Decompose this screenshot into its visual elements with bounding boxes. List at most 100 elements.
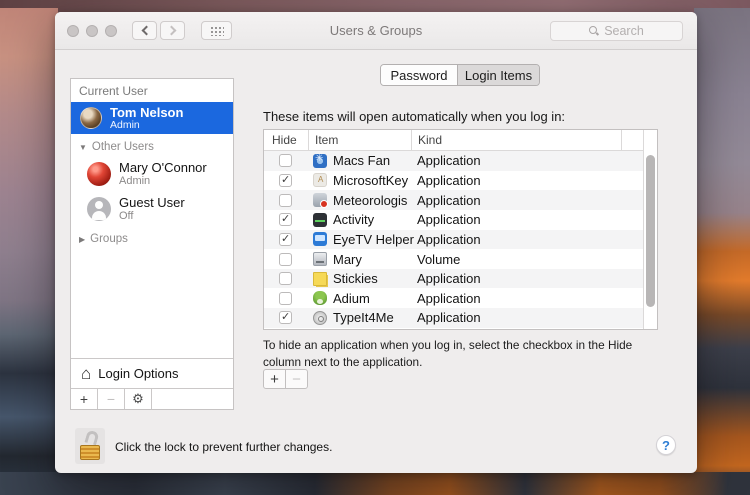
zoom-button[interactable] bbox=[105, 25, 117, 37]
hide-note: To hide an application when you log in, … bbox=[263, 337, 661, 371]
hide-checkbox[interactable] bbox=[279, 194, 292, 207]
lock-button[interactable] bbox=[75, 428, 105, 464]
column-header-item[interactable]: Item bbox=[308, 130, 411, 150]
table-row[interactable]: Mary Volume bbox=[264, 249, 657, 269]
app-icon bbox=[313, 252, 327, 266]
wallpaper-right bbox=[694, 8, 750, 495]
login-items-description: These items will open automatically when… bbox=[263, 109, 565, 124]
item-name: Stickies bbox=[333, 271, 378, 286]
app-icon bbox=[313, 291, 327, 305]
add-login-item-button[interactable]: + bbox=[263, 369, 286, 389]
house-icon: ⌂ bbox=[81, 365, 91, 382]
groups-label: Groups bbox=[90, 233, 128, 245]
table-row[interactable]: EyeTV Helper Application bbox=[264, 230, 657, 250]
title-bar[interactable]: Users & Groups Search bbox=[55, 12, 697, 50]
app-icon bbox=[313, 272, 327, 286]
window-body: Current User Tom Nelson Admin ▼ Other Us… bbox=[55, 50, 697, 472]
table-row[interactable]: Macs Fan Application bbox=[264, 151, 657, 171]
minimize-button[interactable] bbox=[86, 25, 98, 37]
forward-button[interactable] bbox=[160, 21, 185, 40]
add-user-button[interactable]: + bbox=[71, 389, 98, 409]
sidebar-spacer bbox=[71, 248, 233, 358]
sidebar-item-mary-oconnor[interactable]: Mary O'Connor Admin bbox=[71, 156, 233, 191]
column-header-hide[interactable]: Hide bbox=[264, 130, 308, 150]
users-groups-window: Users & Groups Search Current User Tom N… bbox=[55, 12, 697, 473]
lock-shackle-icon bbox=[84, 430, 99, 446]
user-name: Tom Nelson bbox=[110, 106, 183, 120]
remove-login-item-button[interactable]: − bbox=[285, 369, 308, 389]
help-button[interactable]: ? bbox=[656, 435, 676, 455]
show-all-button[interactable] bbox=[201, 21, 232, 40]
table-row[interactable]: Meteorologis Application bbox=[264, 190, 657, 210]
groups-header[interactable]: ▶ Groups bbox=[71, 226, 233, 248]
sidebar-toolbar: + − ⚙ bbox=[71, 388, 233, 409]
item-kind: Application bbox=[411, 310, 621, 325]
user-actions-gear-button[interactable]: ⚙ bbox=[125, 389, 152, 409]
lock-text: Click the lock to prevent further change… bbox=[115, 440, 332, 454]
traffic-lights bbox=[67, 25, 117, 37]
item-kind: Application bbox=[411, 291, 621, 306]
remove-user-button[interactable]: − bbox=[98, 389, 125, 409]
user-name: Mary O'Connor bbox=[119, 160, 207, 175]
search-input[interactable]: Search bbox=[550, 21, 683, 41]
login-items-table: Hide Item Kind Macs Fan Application Micr… bbox=[263, 129, 658, 330]
back-button[interactable] bbox=[132, 21, 157, 40]
table-scrollbar[interactable] bbox=[643, 130, 657, 329]
scrollbar-thumb[interactable] bbox=[646, 155, 655, 307]
user-avatar bbox=[87, 162, 111, 186]
current-user-header: Current User bbox=[71, 79, 233, 102]
disclosure-closed-icon[interactable]: ▶ bbox=[79, 235, 85, 244]
other-users-label: Other Users bbox=[92, 141, 154, 153]
item-kind: Application bbox=[411, 212, 621, 227]
sidebar-item-tom-nelson[interactable]: Tom Nelson Admin bbox=[71, 102, 233, 134]
table-row[interactable]: Adium Application bbox=[264, 288, 657, 308]
pane-tabs: Password Login Items bbox=[380, 64, 540, 86]
item-name: Meteorologis bbox=[333, 193, 407, 208]
column-header-blank bbox=[621, 130, 643, 150]
app-icon bbox=[313, 311, 327, 325]
table-row[interactable]: MicrosoftKey Application bbox=[264, 171, 657, 191]
wallpaper-left bbox=[0, 8, 58, 495]
chevron-right-icon bbox=[166, 26, 176, 36]
guest-avatar-icon bbox=[87, 197, 111, 221]
tab-login-items[interactable]: Login Items bbox=[458, 65, 539, 85]
item-name: MicrosoftKey bbox=[333, 173, 408, 188]
item-name: TypeIt4Me bbox=[333, 310, 394, 325]
user-avatar bbox=[80, 107, 102, 129]
app-icon bbox=[313, 173, 327, 187]
close-button[interactable] bbox=[67, 25, 79, 37]
desktop: Users & Groups Search Current User Tom N… bbox=[0, 0, 750, 495]
item-name: EyeTV Helper bbox=[333, 232, 414, 247]
login-options-button[interactable]: ⌂ Login Options bbox=[71, 358, 233, 388]
sidebar-item-guest-user[interactable]: Guest User Off bbox=[71, 191, 233, 226]
table-row[interactable]: Activity Application bbox=[264, 210, 657, 230]
grid-icon bbox=[209, 25, 224, 36]
hide-checkbox[interactable] bbox=[279, 272, 292, 285]
table-body: Macs Fan Application MicrosoftKey Applic… bbox=[264, 151, 657, 328]
hide-checkbox[interactable] bbox=[279, 154, 292, 167]
other-users-header[interactable]: ▼ Other Users bbox=[71, 134, 233, 156]
search-placeholder: Search bbox=[604, 24, 644, 38]
hide-checkbox[interactable] bbox=[279, 292, 292, 305]
item-kind: Application bbox=[411, 193, 621, 208]
hide-checkbox[interactable] bbox=[279, 174, 292, 187]
disclosure-open-icon[interactable]: ▼ bbox=[79, 143, 87, 152]
search-icon bbox=[589, 26, 599, 36]
hide-checkbox[interactable] bbox=[279, 253, 292, 266]
tab-password[interactable]: Password bbox=[381, 65, 458, 85]
hide-checkbox[interactable] bbox=[279, 233, 292, 246]
item-kind: Application bbox=[411, 232, 621, 247]
user-role: Admin bbox=[110, 120, 183, 131]
chevron-left-icon bbox=[141, 26, 151, 36]
table-row[interactable]: Stickies Application bbox=[264, 269, 657, 289]
user-role: Off bbox=[119, 210, 185, 222]
hide-checkbox[interactable] bbox=[279, 311, 292, 324]
hide-checkbox[interactable] bbox=[279, 213, 292, 226]
table-row[interactable]: TypeIt4Me Application bbox=[264, 308, 657, 328]
wallpaper-bottom bbox=[0, 472, 750, 495]
user-list-sidebar: Current User Tom Nelson Admin ▼ Other Us… bbox=[70, 78, 234, 410]
user-role: Admin bbox=[119, 175, 207, 187]
item-kind: Application bbox=[411, 153, 621, 168]
app-icon bbox=[313, 213, 327, 227]
column-header-kind[interactable]: Kind bbox=[411, 130, 621, 150]
